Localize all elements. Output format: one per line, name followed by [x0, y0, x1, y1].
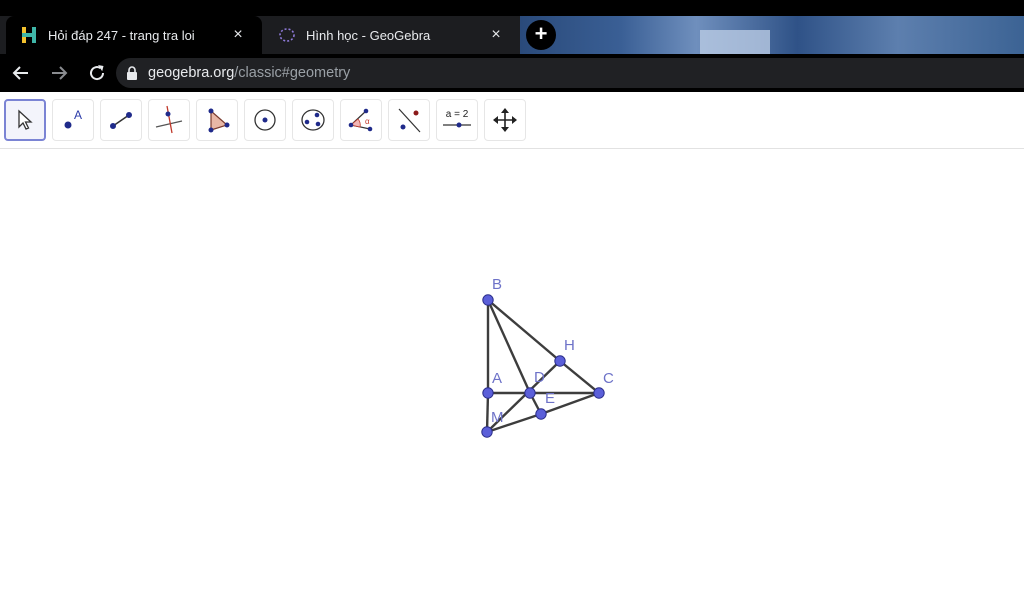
- url-host: geogebra.org: [148, 65, 235, 81]
- reflect-tool[interactable]: [388, 99, 430, 141]
- reload-button[interactable]: [80, 56, 114, 90]
- move-tool[interactable]: [4, 99, 46, 141]
- back-arrow-icon: [12, 66, 28, 80]
- label-c: C: [603, 370, 614, 387]
- label-b: B: [492, 276, 502, 293]
- url-field[interactable]: geogebra.org/classic#geometry: [116, 58, 1024, 88]
- reload-icon: [90, 65, 105, 81]
- url-path: /classic#geometry: [234, 65, 351, 81]
- svg-text:a = 2: a = 2: [446, 109, 469, 120]
- point-labels: B H A D C E M: [491, 276, 614, 426]
- svg-text:A: A: [74, 108, 82, 122]
- cursor-arrow-icon: [18, 109, 33, 130]
- polygon-tool[interactable]: [196, 99, 238, 141]
- point-icon: A: [64, 108, 82, 129]
- back-button[interactable]: [4, 56, 38, 90]
- forward-arrow-icon: [52, 66, 68, 80]
- segment-icon: [110, 112, 132, 129]
- geometry-construction: B H A D C E M: [481, 276, 614, 438]
- perpendicular-icon: [155, 105, 183, 134]
- h-logo-icon: [20, 26, 38, 44]
- circle-three-points-tool[interactable]: [292, 99, 334, 141]
- forward-button[interactable]: [42, 56, 76, 90]
- slider-icon: a = 2: [443, 109, 471, 128]
- tab-bar: Hỏi đáp 247 - trang tra loi × Hình học -…: [0, 16, 1024, 54]
- point-b[interactable]: [482, 294, 494, 306]
- move-graphics-view-tool[interactable]: [484, 99, 526, 141]
- address-bar: geogebra.org/classic#geometry: [0, 54, 1024, 92]
- segment-a-m[interactable]: [485, 392, 490, 433]
- close-tab-icon[interactable]: ×: [228, 26, 248, 44]
- point-d[interactable]: [524, 387, 536, 399]
- circle-center-point-tool[interactable]: [244, 99, 286, 141]
- geogebra-icon: [278, 26, 296, 44]
- new-tab-button[interactable]: +: [526, 20, 556, 50]
- slider-tool[interactable]: a = 2: [436, 99, 478, 141]
- close-tab-icon[interactable]: ×: [486, 26, 506, 44]
- polygon-icon: [208, 108, 230, 133]
- point-e[interactable]: [535, 408, 547, 420]
- circle-three-points-icon: [301, 109, 325, 131]
- svg-text:α: α: [365, 117, 370, 126]
- top-black-strip: [0, 0, 1024, 16]
- circle-center-icon: [254, 109, 276, 131]
- tab-geogebra[interactable]: Hình học - GeoGebra ×: [264, 16, 520, 54]
- lock-icon: [126, 66, 138, 80]
- point-a[interactable]: [482, 387, 494, 399]
- label-e: E: [545, 390, 555, 407]
- label-a: A: [492, 370, 502, 387]
- label-m: M: [491, 409, 504, 426]
- tab-title: Hình học - GeoGebra: [306, 27, 431, 43]
- point-h[interactable]: [554, 355, 566, 367]
- angle-icon: α: [348, 108, 373, 132]
- geogebra-toolbar: A α a = 2: [0, 92, 1024, 149]
- move-arrows-icon: [493, 108, 517, 132]
- segment-b-h[interactable]: [487, 299, 561, 362]
- label-h: H: [564, 337, 575, 354]
- point-c[interactable]: [593, 387, 605, 399]
- perpendicular-line-tool[interactable]: [148, 99, 190, 141]
- segment-tool[interactable]: [100, 99, 142, 141]
- segment-h-c[interactable]: [559, 360, 600, 394]
- tabbar-background: [520, 16, 1024, 54]
- point-m[interactable]: [481, 426, 493, 438]
- graphics-view[interactable]: B H A D C E M: [0, 150, 1024, 610]
- reflect-icon: [398, 108, 421, 133]
- tab-hoidap247[interactable]: Hỏi đáp 247 - trang tra loi ×: [6, 16, 262, 54]
- tab-title: Hỏi đáp 247 - trang tra loi: [48, 27, 195, 43]
- label-d: D: [534, 369, 545, 386]
- point-tool[interactable]: A: [52, 99, 94, 141]
- angle-tool[interactable]: α: [340, 99, 382, 141]
